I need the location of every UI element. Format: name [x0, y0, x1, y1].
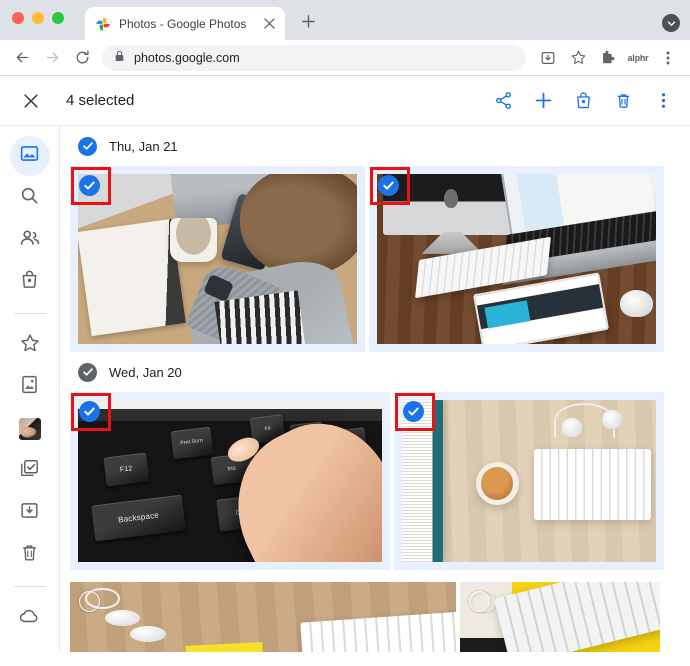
google-photos-icon — [95, 16, 111, 32]
window-controls — [12, 12, 64, 24]
archive-icon — [19, 500, 40, 526]
three-dot-menu-icon[interactable] — [650, 88, 676, 114]
date-header-row: Wed, Jan 20 — [70, 352, 690, 392]
sidebar-divider — [13, 586, 46, 587]
keycap-print-screen: Prnt Scrn — [170, 426, 214, 459]
left-nav-rail — [0, 126, 60, 652]
browser-window: Photos - Google Photos photos.google.com… — [0, 0, 690, 666]
photo-row — [70, 582, 690, 652]
sidebar-item-utilities[interactable] — [10, 451, 50, 491]
photo-row — [70, 166, 690, 352]
photo-thumbnail-icon — [18, 418, 41, 440]
photo-select-checkbox[interactable] — [403, 401, 424, 422]
trash-icon — [19, 542, 40, 568]
star-icon — [19, 332, 41, 359]
arrow-right-icon[interactable] — [38, 44, 66, 72]
photo-cell-earbuds-wood-sticky[interactable] — [70, 582, 456, 652]
minimize-window-button[interactable] — [32, 12, 44, 24]
people-icon — [19, 227, 41, 254]
sidebar-item-search[interactable] — [10, 178, 50, 218]
close-tab-button[interactable] — [261, 16, 277, 32]
shopping-bag-icon — [19, 269, 40, 295]
chevron-down-circle-icon[interactable] — [662, 14, 680, 32]
photo-thumbnail[interactable] — [70, 582, 456, 652]
photo-cell-person-phone-desk[interactable] — [70, 166, 365, 352]
install-app-icon[interactable] — [534, 44, 562, 72]
photo-image: F12 Prnt Scrn Ins Backspace Del F9 F10 F… — [78, 400, 382, 562]
close-window-button[interactable] — [12, 12, 24, 24]
photo-image — [70, 582, 456, 652]
reload-icon[interactable] — [68, 44, 96, 72]
photo-cell-finger-print-screen-key[interactable]: F12 Prnt Scrn Ins Backspace Del F9 F10 F… — [70, 392, 390, 570]
sidebar-item-print-store[interactable] — [10, 262, 50, 302]
photo-cell-keyboard-yellow[interactable] — [460, 582, 660, 652]
puzzle-piece-icon[interactable] — [594, 44, 622, 72]
search-icon — [19, 185, 40, 211]
date-header-label: Thu, Jan 21 — [109, 138, 178, 154]
app-body: Thu, Jan 21 Wed, Jan 20 F12 Prnt Scrn In… — [0, 126, 690, 652]
sidebar-item-albums[interactable] — [10, 367, 50, 407]
sidebar-divider — [13, 313, 46, 314]
date-select-checkbox[interactable] — [78, 362, 97, 382]
photo-image — [377, 174, 656, 344]
check-stack-icon — [19, 458, 40, 484]
photo-thumbnail[interactable] — [78, 174, 357, 344]
selection-actions — [490, 88, 676, 114]
selection-count-label: 4 selected — [66, 92, 135, 109]
sidebar-item-archive[interactable] — [10, 493, 50, 533]
photo-thumbnail[interactable] — [377, 174, 656, 344]
photo-image — [402, 400, 656, 562]
three-dot-menu-icon[interactable] — [654, 44, 682, 72]
browser-tab[interactable]: Photos - Google Photos — [85, 7, 285, 40]
photo-grid: Thu, Jan 21 Wed, Jan 20 F12 Prnt Scrn In… — [60, 126, 690, 652]
photo-thumbnail[interactable] — [402, 400, 656, 562]
plus-icon[interactable] — [530, 88, 556, 114]
shopping-bag-icon[interactable] — [570, 88, 596, 114]
tab-title: Photos - Google Photos — [119, 16, 247, 31]
photo-image — [460, 582, 660, 652]
sidebar-item-sharing[interactable] — [10, 220, 50, 260]
share-icon[interactable] — [490, 88, 516, 114]
new-tab-button[interactable] — [295, 8, 321, 34]
photo-select-checkbox[interactable] — [79, 591, 100, 612]
extension-alphr-icon[interactable]: alphr — [624, 53, 652, 63]
trash-icon[interactable] — [610, 88, 636, 114]
keycap-f12: F12 — [103, 452, 150, 487]
photo-thumbnail[interactable] — [460, 582, 660, 652]
maximize-window-button[interactable] — [52, 12, 64, 24]
cloud-icon — [18, 604, 41, 632]
photo-select-checkbox[interactable] — [378, 175, 399, 196]
address-bar[interactable]: photos.google.com — [102, 44, 526, 71]
album-icon — [19, 374, 40, 400]
photo-icon — [19, 143, 40, 169]
sidebar-item-trash[interactable] — [10, 535, 50, 575]
date-header-label: Wed, Jan 20 — [109, 364, 182, 380]
close-selection-button[interactable] — [16, 86, 46, 116]
photo-cell-imac-laptop-ipad[interactable] — [369, 166, 664, 352]
sidebar-item-storage[interactable] — [10, 598, 50, 638]
sidebar-item-photos[interactable] — [9, 136, 50, 176]
star-icon[interactable] — [564, 44, 592, 72]
photo-cell-coffee-keyboard-earbuds[interactable] — [394, 392, 664, 570]
photo-select-checkbox[interactable] — [469, 591, 490, 612]
photo-thumbnail[interactable]: F12 Prnt Scrn Ins Backspace Del F9 F10 F… — [78, 400, 382, 562]
selection-header: 4 selected — [0, 76, 690, 126]
sidebar-item-recent-photo[interactable] — [10, 409, 50, 449]
photo-select-checkbox[interactable] — [79, 401, 100, 422]
photo-image — [78, 174, 357, 344]
tab-strip: Photos - Google Photos — [0, 0, 690, 40]
photo-select-checkbox[interactable] — [79, 175, 100, 196]
date-select-checkbox[interactable] — [78, 136, 97, 156]
browser-toolbar: photos.google.com alphr — [0, 40, 690, 76]
sidebar-item-favorites[interactable] — [10, 325, 50, 365]
keycap-backspace: Backspace — [91, 495, 187, 542]
lock-icon — [114, 49, 125, 67]
url-text: photos.google.com — [134, 50, 240, 65]
date-header-row: Thu, Jan 21 — [70, 126, 690, 166]
grid-spacer — [70, 570, 690, 582]
arrow-left-icon[interactable] — [8, 44, 36, 72]
photo-row: F12 Prnt Scrn Ins Backspace Del F9 F10 F… — [70, 392, 690, 570]
